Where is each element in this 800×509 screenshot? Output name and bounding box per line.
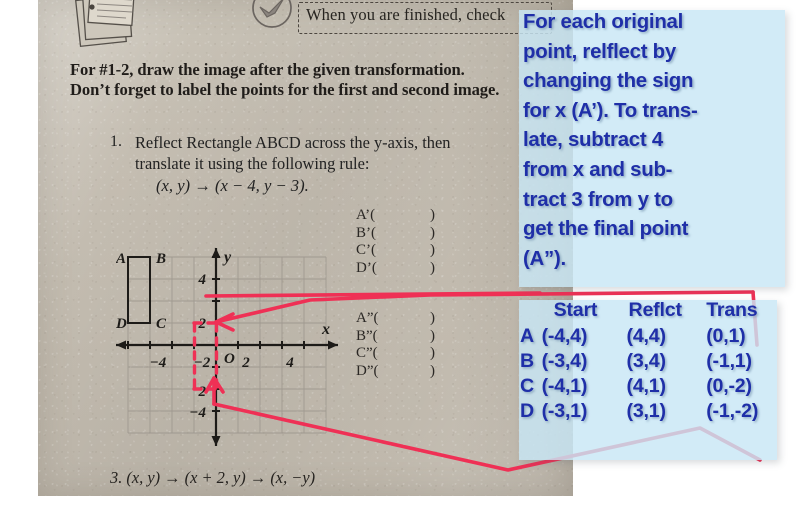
check-circle-icon xyxy=(252,0,292,28)
page-heading: For #1-2, draw the image after the given… xyxy=(70,60,540,100)
x-tick-neg2: −2 xyxy=(194,355,211,371)
note-line-7: tract 3 from y to xyxy=(523,188,673,211)
blank-row-a-double-prime[interactable]: A”( ) xyxy=(356,310,435,328)
note-line-1: For each original xyxy=(523,11,684,33)
question-1-line-2: translate it using the following rule: xyxy=(135,153,370,173)
check-callout-text: When you are finished, check xyxy=(306,5,506,24)
annotation-note-text: For each original point, relflect by cha… xyxy=(523,8,795,274)
blank-close-b-prime: ) xyxy=(430,224,435,241)
th-reflct: Reflct xyxy=(628,299,682,321)
note-line-8: get the final point xyxy=(523,218,689,241)
note-line-5: late, subtract 4 xyxy=(523,129,663,152)
notes-clipart-icon xyxy=(75,0,137,47)
vertex-label-b: B xyxy=(155,251,166,267)
cell-reflct-a: (4,4) xyxy=(626,325,666,347)
y-tick-neg2: 2 xyxy=(198,384,207,400)
x-axis-label: x xyxy=(321,321,330,338)
question-1-text: Reflect Rectangle ABCD across the y-axis… xyxy=(135,133,535,174)
heading-line-1: For #1-2, draw the image after the given… xyxy=(70,60,465,79)
blank-row-d-double-prime[interactable]: D”( ) xyxy=(356,362,435,381)
note-line-2: point, relflect by xyxy=(523,40,676,63)
cell-start-b: (-3,4) xyxy=(541,350,588,372)
table-row: D (-3,1) (3,1) (-1,-2) xyxy=(520,399,790,424)
x-tick-2: 2 xyxy=(241,355,250,371)
blank-close-c-double-prime: ) xyxy=(430,345,435,361)
vertex-label-c: C xyxy=(156,316,167,332)
answer-blanks-prime: A’( ) B’( ) C’( ) D’( ) xyxy=(356,207,435,278)
cell-start-a: (-4,4) xyxy=(541,325,588,347)
transformation-table: Start Reflct Trans A (-4,4) (4,4) (0,1) … xyxy=(520,298,790,424)
th-start: Start xyxy=(553,299,598,321)
question-1-number: 1. xyxy=(110,133,122,150)
cell-reflct-c: (4,1) xyxy=(626,375,666,397)
blank-close-d-prime: ) xyxy=(430,259,435,276)
cell-trans-a: (0,1) xyxy=(706,325,746,347)
question-3-rule: 3. (x, y) → (x + 2, y) → (x, −y) xyxy=(110,468,316,487)
blank-label-b-double-prime: B”( xyxy=(356,327,378,344)
blank-row-c-prime[interactable]: C’( ) xyxy=(356,242,435,260)
note-line-4: for x (A’). To trans- xyxy=(523,99,698,122)
blank-close-b-double-prime: ) xyxy=(430,327,435,344)
cell-start-d: (-3,1) xyxy=(541,400,588,422)
cell-label-c: C xyxy=(520,375,534,397)
cell-start-c: (-4,1) xyxy=(541,375,588,397)
blank-label-a-double-prime: A”( xyxy=(356,310,379,326)
blank-row-c-double-prime[interactable]: C”( ) xyxy=(356,345,435,363)
blank-row-b-double-prime[interactable]: B”( ) xyxy=(356,327,435,346)
x-tick-4: 4 xyxy=(285,355,294,371)
x-tick-neg4: −4 xyxy=(150,355,167,371)
cell-reflct-b: (3,4) xyxy=(626,350,666,372)
table-header-row: Start Reflct Trans xyxy=(520,298,790,324)
rectangle-abcd xyxy=(127,256,151,324)
blank-label-c-double-prime: C”( xyxy=(356,345,378,361)
coordinate-grid: −4 −2 2 4 4 2 2 −4 O y x A B D C xyxy=(116,246,344,451)
blank-close-a-prime: ) xyxy=(430,207,435,223)
vertex-label-d: D xyxy=(116,316,127,332)
cell-label-b: B xyxy=(520,350,534,372)
table-row: A (-4,4) (4,4) (0,1) xyxy=(520,324,790,349)
origin-label: O xyxy=(224,351,235,367)
cell-trans-c: (0,-2) xyxy=(706,375,752,397)
blank-label-a-prime: A’( xyxy=(356,207,376,223)
blank-row-a-prime[interactable]: A’( ) xyxy=(356,207,435,225)
answer-blanks-double-prime: A”( ) B”( ) C”( ) D”( ) xyxy=(356,310,435,381)
blank-close-c-prime: ) xyxy=(430,242,435,258)
cell-label-d: D xyxy=(520,400,534,422)
y-tick-neg4: −4 xyxy=(189,405,206,421)
blank-label-c-prime: C’( xyxy=(356,242,376,258)
blank-close-a-double-prime: ) xyxy=(430,310,435,326)
y-axis-label: y xyxy=(222,249,232,266)
table-row: C (-4,1) (4,1) (0,-2) xyxy=(520,374,790,399)
th-blank xyxy=(520,298,542,324)
blank-row-b-prime[interactable]: B’( ) xyxy=(356,224,435,243)
heading-line-2: Don’t forget to label the points for the… xyxy=(70,80,500,99)
cell-reflct-d: (3,1) xyxy=(626,400,666,422)
blank-label-b-prime: B’( xyxy=(356,224,376,241)
vertex-label-a: A xyxy=(116,251,126,267)
cell-trans-d: (-1,-2) xyxy=(706,400,759,422)
blank-close-d-double-prime: ) xyxy=(430,362,435,379)
blank-label-d-double-prime: D”( xyxy=(356,362,379,379)
cell-label-a: A xyxy=(520,325,534,347)
blank-row-d-prime[interactable]: D’( ) xyxy=(356,259,435,278)
th-trans: Trans xyxy=(706,299,758,321)
blank-label-d-prime: D’( xyxy=(356,259,377,276)
note-line-6: from x and sub- xyxy=(523,158,673,181)
cell-trans-b: (-1,1) xyxy=(706,350,752,372)
note-line-9: (A”). xyxy=(523,247,566,270)
table-row: B (-3,4) (3,4) (-1,1) xyxy=(520,349,790,374)
y-tick-4: 4 xyxy=(198,272,207,288)
question-1-rule: (x, y) → (x − 4, y − 3). xyxy=(156,176,309,195)
question-1-line-1: Reflect Rectangle ABCD across the y-axis… xyxy=(135,133,451,152)
note-line-3: changing the sign xyxy=(523,70,694,93)
